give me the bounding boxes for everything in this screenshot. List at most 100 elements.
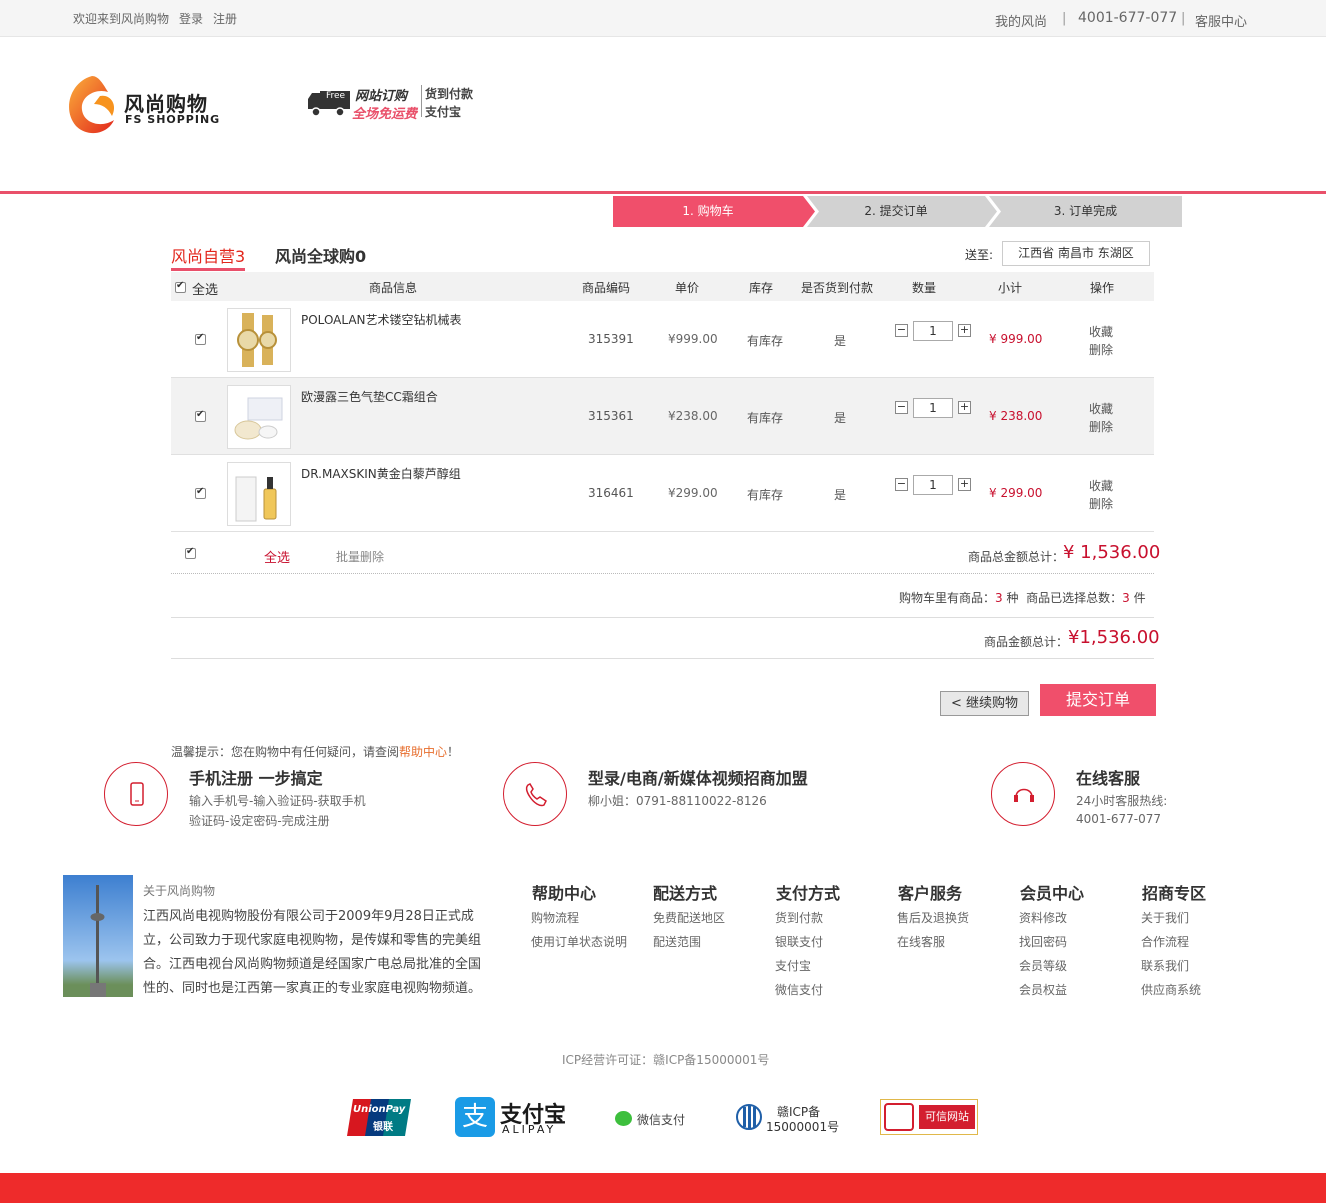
product-name[interactable]: POLOALAN艺术镂空钻机械表 [301, 311, 462, 328]
logo[interactable]: 风尚购物 FS SHOPPING [62, 70, 219, 141]
footer-link[interactable]: 支付宝 [775, 957, 811, 974]
footer-link[interactable]: 货到付款 [775, 909, 823, 926]
product-name[interactable]: 欧漫露三色气垫CC霜组合 [301, 388, 438, 405]
footer-link[interactable]: 免费配送地区 [653, 909, 725, 926]
continue-shopping-button[interactable]: < 继续购物 [940, 691, 1029, 716]
submit-order-button[interactable]: 提交订单 [1040, 684, 1156, 716]
trusted-site-badge[interactable]: 可信网站 [880, 1099, 978, 1135]
service-center-link[interactable]: 客服中心 [1195, 11, 1247, 30]
product-image[interactable] [227, 385, 291, 449]
favorite-link[interactable]: 收藏 [1089, 323, 1113, 340]
row-checkbox[interactable] [195, 409, 206, 422]
favorite-link[interactable]: 收藏 [1089, 477, 1113, 494]
batch-delete-link[interactable]: 批量删除 [336, 548, 384, 565]
alipay-en: ALIPAY [502, 1123, 557, 1136]
region-selector[interactable]: 江西省 南昌市 东湖区 [1002, 241, 1150, 266]
row-checkbox[interactable] [195, 332, 206, 345]
free-label: Free [326, 91, 346, 101]
footer-link[interactable]: 使用订单状态说明 [531, 933, 627, 950]
total-amount: ¥ 1,536.00 [1063, 542, 1161, 563]
cod-status: 是 [834, 411, 847, 425]
alipay-badge[interactable]: 支 支付宝 ALIPAY [455, 1097, 570, 1137]
delete-link[interactable]: 删除 [1089, 495, 1113, 512]
table-row: DR.MAXSKIN黄金白藜芦醇组 316461 ¥299.00 有库存 是 −… [171, 455, 1154, 532]
footer-link[interactable]: 找回密码 [1019, 933, 1067, 950]
col-product: 商品信息 [369, 281, 418, 295]
col-cod: 是否货到付款 [801, 281, 874, 295]
footer-link[interactable]: 微信支付 [775, 981, 823, 998]
delete-link[interactable]: 删除 [1089, 341, 1113, 358]
free-shipping-banner: Free 网站订购 全场免运费 货到付款 支付宝 [308, 85, 498, 122]
selected-count: 3 [1122, 591, 1130, 605]
banner-line2: 全场免运费 [352, 107, 418, 122]
wechat-icon [615, 1111, 632, 1126]
unit-price: ¥238.00 [668, 409, 718, 423]
qty-decrease-button[interactable]: − [895, 324, 908, 337]
footer-link[interactable]: 供应商系统 [1141, 981, 1201, 998]
footer-link[interactable]: 购物流程 [531, 909, 579, 926]
footer-link[interactable]: 资料修改 [1019, 909, 1067, 926]
footer-link[interactable]: 会员等级 [1019, 957, 1067, 974]
tip-text: 温馨提示：您在购物中有任何疑问，请查阅 [171, 745, 400, 759]
select-all-checkbox[interactable] [175, 280, 186, 293]
icp-badge[interactable]: 赣ICP备 15000001号 [735, 1101, 845, 1135]
qty-decrease-button[interactable]: − [895, 478, 908, 491]
col-select-all[interactable]: 全选 [192, 279, 218, 298]
footer-link[interactable]: 银联支付 [775, 933, 823, 950]
product-name[interactable]: DR.MAXSKIN黄金白藜芦醇组 [301, 465, 461, 482]
trusted-icon [884, 1103, 914, 1131]
unit-price: ¥299.00 [668, 486, 718, 500]
row-checkbox[interactable] [195, 486, 206, 499]
delete-link[interactable]: 删除 [1089, 418, 1113, 435]
help-center-link[interactable]: 帮助中心 [399, 745, 447, 759]
footer-col-title: 会员中心 [1020, 884, 1085, 903]
my-account-link[interactable]: 我的风尚 [995, 11, 1047, 30]
footer-link[interactable]: 关于我们 [1141, 909, 1189, 926]
footer-link[interactable]: 配送范围 [653, 933, 701, 950]
qty-input[interactable]: 1 [913, 398, 953, 418]
product-image[interactable] [227, 462, 291, 526]
product-code: 315361 [588, 409, 634, 423]
select-all-bottom-checkbox[interactable] [185, 546, 196, 559]
favorite-link[interactable]: 收藏 [1089, 400, 1113, 417]
col-action: 操作 [1090, 281, 1115, 295]
qty-decrease-button[interactable]: − [895, 401, 908, 414]
qty-increase-button[interactable]: + [958, 324, 971, 337]
about-title: 关于风尚购物 [143, 884, 216, 898]
tip-suffix: ！ [447, 745, 460, 759]
qty-increase-button[interactable]: + [958, 401, 971, 414]
unionpay-badge[interactable]: UnionPay 银联 [347, 1099, 411, 1136]
logo-icon [69, 76, 115, 134]
col-price: 单价 [675, 281, 700, 295]
service-line: 柳小姐：0791-88110022-8126 [588, 794, 767, 808]
col-subtotal: 小计 [998, 281, 1023, 295]
footer-link[interactable]: 联系我们 [1141, 957, 1189, 974]
tab-global[interactable]: 风尚全球购0 [275, 243, 366, 267]
footer-link[interactable]: 会员权益 [1019, 981, 1067, 998]
login-link[interactable]: 登录 [179, 10, 203, 27]
table-row: POLOALAN艺术镂空钻机械表 315391 ¥999.00 有库存 是 − … [171, 301, 1154, 378]
register-link[interactable]: 注册 [213, 10, 237, 27]
icp-license: ICP经营许可证：赣ICP备15000001号 [562, 1053, 770, 1067]
select-all-link[interactable]: 全选 [264, 547, 290, 566]
ship-to-label: 送至: [965, 248, 994, 262]
kinds-count: 3 [995, 591, 1003, 605]
telephone-icon [503, 762, 567, 826]
stock-status: 有库存 [747, 488, 784, 502]
product-image[interactable] [227, 308, 291, 372]
footer-link[interactable]: 在线客服 [897, 933, 945, 950]
tab-self-operated[interactable]: 风尚自营3 [171, 243, 245, 267]
wechat-pay-badge[interactable]: 微信支付 [615, 1110, 695, 1128]
footer-link[interactable]: 售后及退换货 [897, 909, 969, 926]
col-stock: 库存 [749, 281, 774, 295]
watch-icon [237, 313, 277, 367]
header: 风尚购物 FS SHOPPING Free 网站订购 全场免运费 货到付款 支付… [0, 37, 1326, 194]
cod-status: 是 [834, 334, 847, 348]
pay-alipay: 支付宝 [425, 105, 462, 119]
footer-link[interactable]: 合作流程 [1141, 933, 1189, 950]
tab-underline [171, 268, 245, 271]
subtotal: ¥ 299.00 [989, 486, 1043, 500]
qty-input[interactable]: 1 [913, 321, 953, 341]
qty-increase-button[interactable]: + [958, 478, 971, 491]
qty-input[interactable]: 1 [913, 475, 953, 495]
